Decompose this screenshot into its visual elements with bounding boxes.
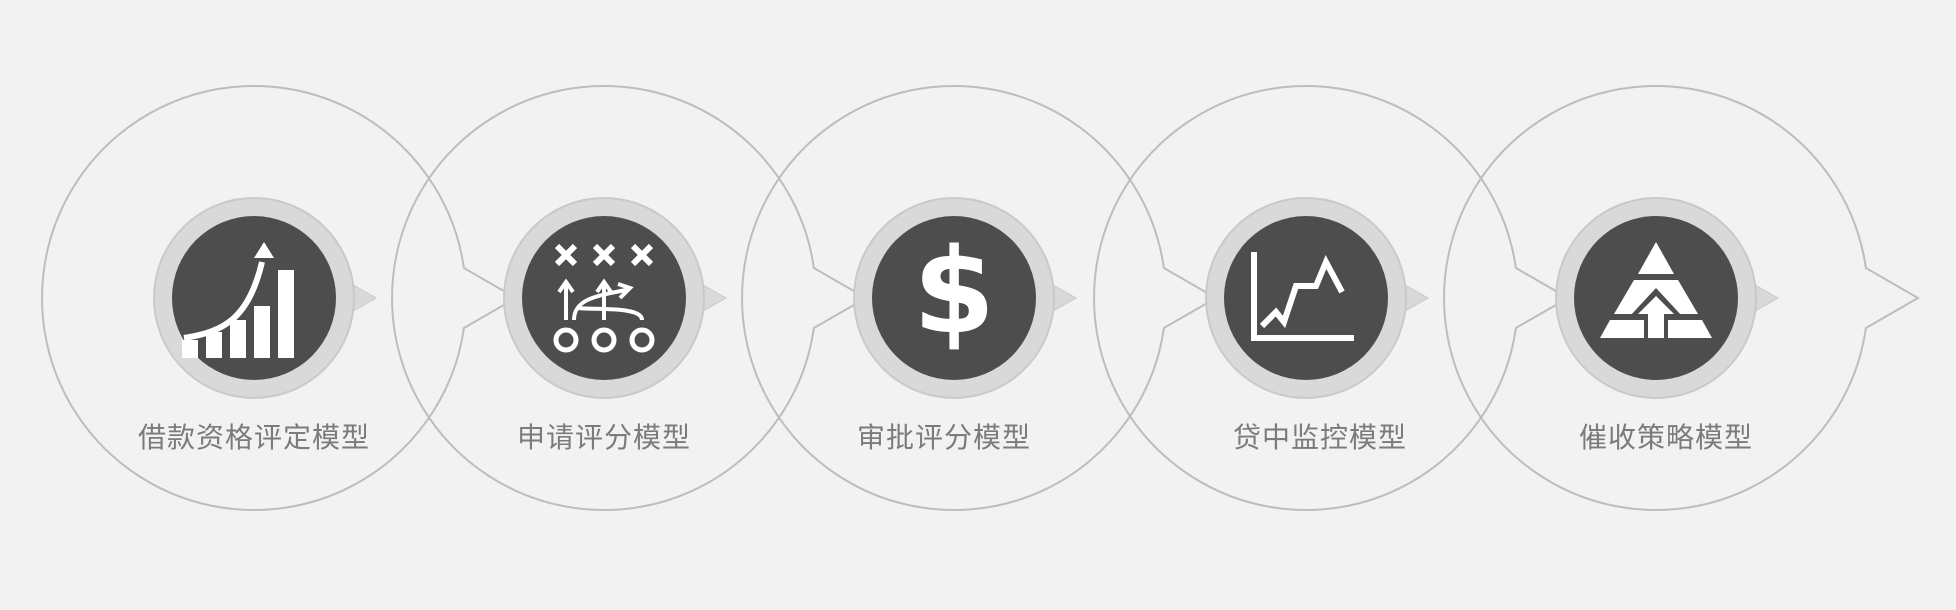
- step-badge-3: $: [853, 197, 1078, 399]
- step-label-5: 催收策略模型: [1578, 421, 1753, 454]
- step-badge-2: [503, 197, 728, 399]
- step-label-2: 申请评分模型: [516, 421, 691, 454]
- step-badge-1: [153, 197, 378, 399]
- process-flow: $ 借款资格评定模型 申请评分模型 审批评分模型 贷中监控模型 催收策略模型: [0, 0, 1956, 610]
- step-label-1: 借款资格评定模型: [137, 421, 370, 454]
- step-label-4: 贷中监控模型: [1232, 421, 1407, 454]
- step-badge-5: [1555, 197, 1780, 399]
- step-label-3: 审批评分模型: [856, 421, 1031, 454]
- svg-text:$: $: [913, 222, 995, 360]
- flow-diagram: $: [41, 85, 1921, 511]
- step-badge-4: [1205, 197, 1430, 399]
- dollar-icon: $: [913, 222, 995, 360]
- step-badges: $: [153, 197, 1780, 399]
